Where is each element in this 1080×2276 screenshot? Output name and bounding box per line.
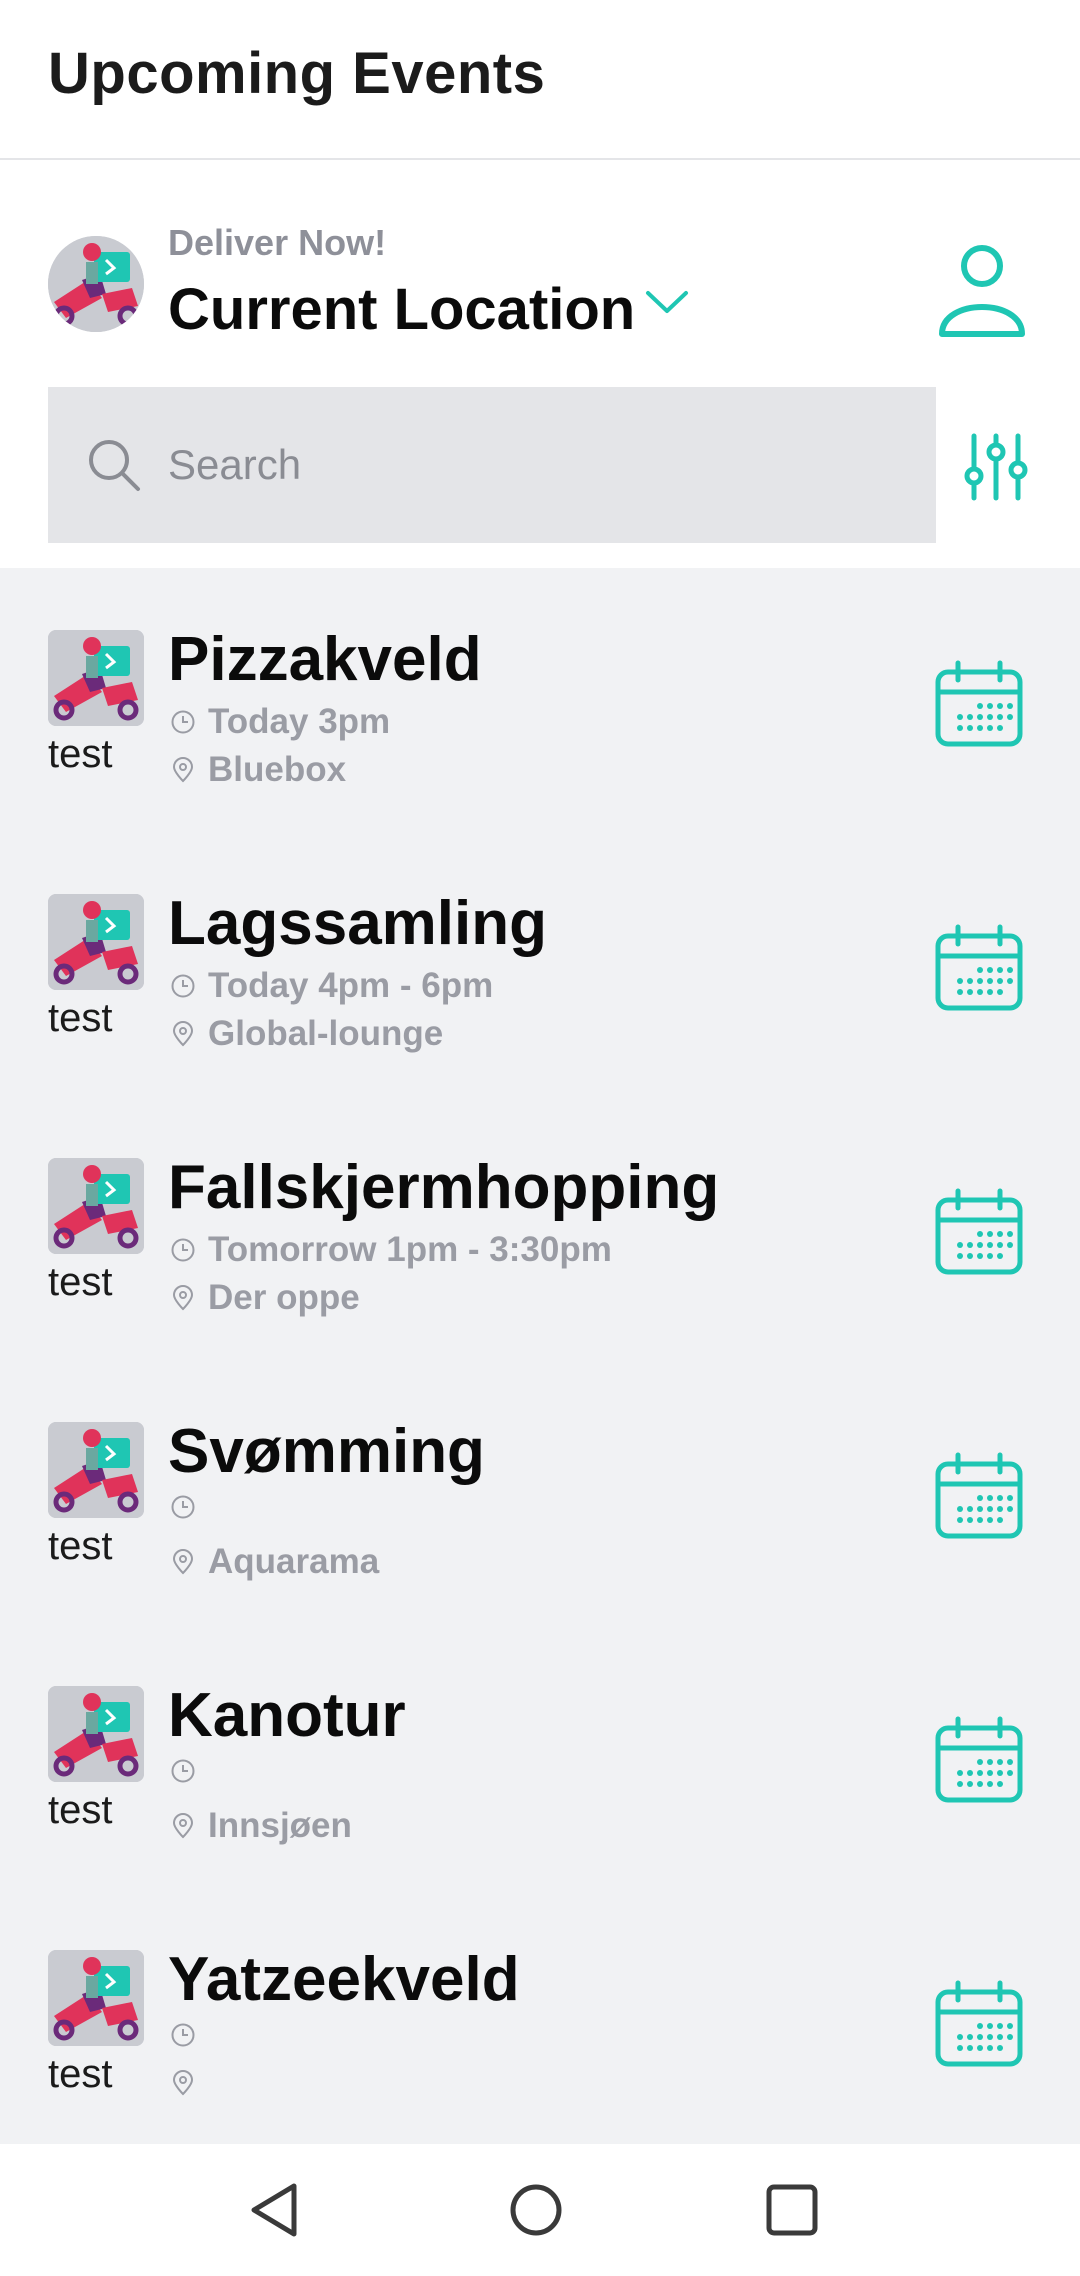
calendar-icon [934, 1716, 1024, 1806]
event-time-text: Tomorrow 1pm - 3:30pm [208, 1230, 612, 1269]
event-time-text: Today 4pm - 6pm [208, 966, 494, 1005]
event-location-text: Global-lounge [208, 1014, 444, 1053]
recents-button[interactable] [760, 2178, 824, 2242]
map-pin-icon [170, 1813, 196, 1839]
event-location: Bluebox [170, 750, 346, 790]
search-icon [89, 440, 140, 491]
event-location-text: Bluebox [208, 750, 347, 789]
event-thumbnail [48, 1158, 144, 1254]
add-to-calendar-button[interactable] [934, 1980, 1024, 2070]
event-time [170, 1758, 208, 1784]
calendar-icon [934, 1452, 1024, 1542]
location-header: Deliver Now! Current Location [0, 160, 1080, 568]
event-row[interactable]: test Yatzeekveld [0, 1888, 1080, 2152]
event-name: Fallskjermhopping [168, 1153, 720, 1222]
delivery-scooter-image [48, 236, 144, 332]
event-name: Yatzeekveld [168, 1945, 520, 2014]
system-nav-bar [0, 2144, 1080, 2276]
event-list: test Pizzakveld Today 3pm Bluebox test L… [0, 568, 1080, 2152]
calendar-icon [934, 1188, 1024, 1278]
event-location: Innsjøen [170, 1806, 352, 1846]
event-time: Tomorrow 1pm - 3:30pm [170, 1230, 612, 1270]
event-thumbnail [48, 630, 144, 726]
profile-button[interactable] [934, 236, 1030, 340]
event-location: Global-lounge [170, 1014, 443, 1054]
add-to-calendar-button[interactable] [934, 1188, 1024, 1278]
event-time [170, 2022, 208, 2048]
location-text: Current Location [168, 276, 636, 342]
event-location-text: Aquarama [208, 1542, 380, 1581]
event-tag: test [48, 732, 113, 776]
map-pin-icon [170, 1549, 196, 1575]
map-pin-icon [170, 1285, 196, 1311]
event-tag: test [48, 1788, 113, 1832]
clock-icon [170, 1758, 196, 1784]
event-thumbnail [48, 894, 144, 990]
app-bar: Upcoming Events [0, 0, 1080, 160]
calendar-icon [934, 1980, 1024, 2070]
deliver-now-label: Deliver Now! [168, 222, 387, 263]
event-time: Today 3pm [170, 702, 390, 742]
event-location [170, 2070, 208, 2096]
page-title: Upcoming Events [48, 41, 546, 106]
clock-icon [170, 973, 196, 999]
sliders-icon [964, 433, 1028, 501]
calendar-icon [934, 924, 1024, 1014]
event-name: Lagssamling [168, 889, 547, 958]
event-thumbnail [48, 1950, 144, 2046]
clock-icon [170, 2022, 196, 2048]
event-row[interactable]: test Kanotur Innsjøen [0, 1624, 1080, 1888]
event-row[interactable]: test Fallskjermhopping Tomorrow 1pm - 3:… [0, 1096, 1080, 1360]
chevron-down-icon [646, 291, 689, 313]
map-pin-icon [170, 2070, 196, 2096]
event-row[interactable]: test Svømming Aquarama [0, 1360, 1080, 1624]
location-selector[interactable]: Current Location [168, 274, 689, 344]
event-thumbnail [48, 1422, 144, 1518]
search-input[interactable] [166, 424, 930, 506]
map-pin-icon [170, 1021, 196, 1047]
event-time: Today 4pm - 6pm [170, 966, 493, 1006]
event-location-text: Innsjøen [208, 1806, 352, 1845]
clock-icon [170, 1237, 196, 1263]
user-icon [939, 245, 1025, 337]
event-name: Pizzakveld [168, 625, 482, 694]
search-bar[interactable] [48, 387, 936, 543]
event-row[interactable]: test Lagssamling Today 4pm - 6pm Global-… [0, 832, 1080, 1096]
event-thumbnail [48, 1686, 144, 1782]
map-pin-icon [170, 757, 196, 783]
add-to-calendar-button[interactable] [934, 924, 1024, 1014]
delivery-avatar [48, 236, 144, 332]
filter-button[interactable] [962, 430, 1030, 504]
clock-icon [170, 1494, 196, 1520]
event-name: Kanotur [168, 1681, 406, 1750]
add-to-calendar-button[interactable] [934, 1452, 1024, 1542]
event-name: Svømming [168, 1417, 485, 1486]
back-icon [251, 2183, 297, 2237]
event-tag: test [48, 996, 113, 1040]
add-to-calendar-button[interactable] [934, 1716, 1024, 1806]
event-location: Der oppe [170, 1278, 360, 1318]
calendar-icon [934, 660, 1024, 750]
clock-icon [170, 709, 196, 735]
event-time [170, 1494, 208, 1520]
recents-icon [766, 2184, 818, 2236]
event-tag: test [48, 2052, 113, 2096]
event-location: Aquarama [170, 1542, 379, 1582]
home-icon [510, 2184, 562, 2236]
event-row[interactable]: test Pizzakveld Today 3pm Bluebox [0, 568, 1080, 832]
event-tag: test [48, 1260, 113, 1304]
event-time-text: Today 3pm [208, 702, 391, 741]
add-to-calendar-button[interactable] [934, 660, 1024, 750]
back-button[interactable] [244, 2178, 308, 2242]
event-tag: test [48, 1524, 113, 1568]
home-button[interactable] [504, 2178, 568, 2242]
event-location-text: Der oppe [208, 1278, 360, 1317]
